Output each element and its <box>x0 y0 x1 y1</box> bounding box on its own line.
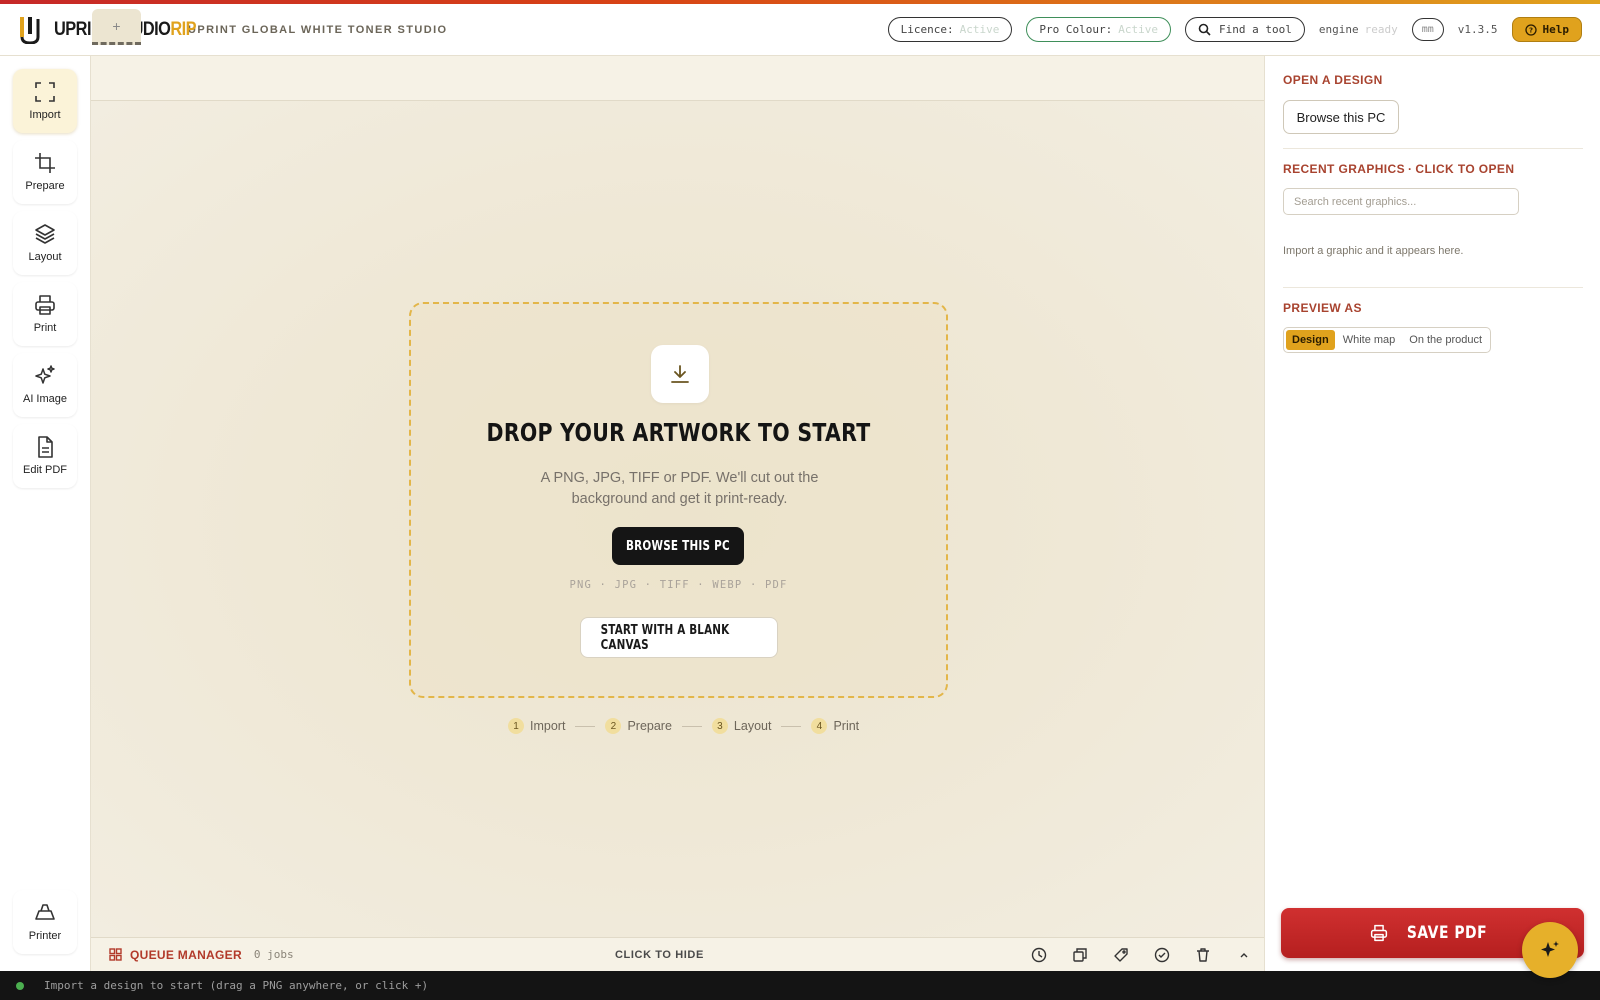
document-tab-strip <box>91 56 1264 101</box>
preview-option-white-map[interactable]: White map <box>1337 330 1402 350</box>
help-icon: ? <box>1524 23 1537 36</box>
rail-label-ai-image: AI Image <box>22 393 68 405</box>
open-design-title: OPEN A DESIGN <box>1283 73 1383 87</box>
sparkle-icon <box>1541 941 1559 957</box>
preview-as-title: PREVIEW AS <box>1283 301 1362 315</box>
recent-graphics-search-input[interactable] <box>1283 188 1519 215</box>
right-panel: OPEN A DESIGN Browse this PC RECENT GRAP… <box>1264 56 1600 971</box>
import-frame-icon <box>35 82 55 102</box>
engine-status: engine ready <box>1318 23 1398 36</box>
search-icon <box>1198 23 1211 36</box>
dropzone-description: A PNG, JPG, TIFF or PDF. We'll cut out t… <box>540 470 819 507</box>
find-tool-label: Find a tool <box>1218 23 1292 36</box>
artwork-dropzone[interactable]: DROP YOUR ARTWORK TO START A PNG, JPG, T… <box>409 302 948 698</box>
duplicate-icon[interactable] <box>1072 947 1088 963</box>
pro-colour-value: Active <box>1118 23 1158 36</box>
step-number: 4 <box>811 718 828 734</box>
unit-toggle[interactable]: mm <box>1411 18 1444 41</box>
step-label: Print <box>833 719 860 733</box>
step-number: 2 <box>605 718 622 734</box>
step-prepare: 2 Prepare <box>605 718 672 734</box>
step-label: Prepare <box>627 719 672 733</box>
rail-label-import: Import <box>29 109 61 121</box>
status-bar: Import a design to start (drag a PNG any… <box>0 971 1600 1000</box>
svg-text:?: ? <box>1528 26 1532 34</box>
step-import: 1 Import <box>508 718 565 734</box>
step-label: Import <box>530 719 566 733</box>
step-label: Layout <box>733 719 772 733</box>
step-connector <box>781 725 802 727</box>
queue-manager-bar[interactable]: QUEUE MANAGER 0 jobs CLICK TO HIDE <box>91 937 1264 971</box>
chevron-up-icon[interactable] <box>1236 947 1252 963</box>
find-tool-button[interactable]: Find a tool <box>1184 17 1305 42</box>
workflow-steps: 1 Import 2 Prepare 3 Layout 4 Print <box>508 716 859 736</box>
recent-graphics-title: RECENT GRAPHICS · CLICK TO OPEN <box>1283 162 1515 176</box>
licence-label: Licence: <box>900 23 954 36</box>
rail-label-prepare: Prepare <box>25 180 65 192</box>
panel-browse-pc-button[interactable]: Browse this PC <box>1283 100 1399 134</box>
printer-icon <box>35 295 55 315</box>
tag-icon[interactable] <box>1113 947 1129 963</box>
step-connector <box>575 725 596 727</box>
rail-item-ai-image[interactable]: AI Image <box>13 353 77 417</box>
sparkle-icon <box>35 365 55 384</box>
preview-mode-toggle: Design White map On the product <box>1283 327 1492 353</box>
help-label: Help <box>1542 23 1570 36</box>
step-number: 1 <box>508 718 524 734</box>
licence-value: Active <box>959 23 1000 36</box>
rail-label-printer: Printer <box>28 930 62 942</box>
status-dot-icon <box>16 981 24 990</box>
preview-option-design[interactable]: Design <box>1286 330 1335 350</box>
queue-hide-toggle[interactable]: CLICK TO HIDE <box>615 949 704 961</box>
logo-icon <box>20 16 40 44</box>
add-tab-button[interactable]: + <box>92 9 141 45</box>
blank-canvas-button[interactable]: START WITH A BLANK CANVAS <box>580 617 778 658</box>
status-message: Import a design to start (drag a PNG any… <box>44 979 429 992</box>
rail-item-print[interactable]: Print <box>13 282 77 346</box>
rail-item-printer[interactable]: Printer <box>13 890 77 954</box>
rail-label-edit-pdf: Edit PDF <box>22 464 67 476</box>
step-layout: 3 Layout <box>711 718 772 734</box>
printer-settings-icon <box>35 904 55 920</box>
left-tool-rail: Import Prepare Layout Print AI Image Edi… <box>0 56 91 971</box>
pro-colour-label: Pro Colour: <box>1039 23 1113 36</box>
save-pdf-label: SAVE PDF <box>1406 923 1487 943</box>
document-icon <box>38 436 53 458</box>
history-clock-icon[interactable] <box>1031 947 1047 963</box>
supported-formats: PNG · JPG · TIFF · WEBP · PDF <box>569 579 788 591</box>
help-button[interactable]: ? Help <box>1511 17 1582 42</box>
preview-option-on-product[interactable]: On the product <box>1403 330 1488 350</box>
version-label: v1.3.5 <box>1457 23 1498 36</box>
dropzone-title: DROP YOUR ARTWORK TO START <box>486 418 871 447</box>
rail-item-import[interactable]: Import <box>13 69 77 133</box>
layers-icon <box>35 224 55 244</box>
crop-icon <box>35 153 55 173</box>
queue-title: QUEUE MANAGER <box>130 947 242 962</box>
rail-label-print: Print <box>33 322 57 334</box>
pro-colour-status-pill[interactable]: Pro Colour: Active <box>1026 17 1171 42</box>
browse-pc-button[interactable]: BROWSE THIS PC <box>612 527 744 565</box>
rail-item-layout[interactable]: Layout <box>13 211 77 275</box>
step-connector <box>681 725 702 727</box>
app-header: UPRINTSTUDIORIP UPRINT GLOBAL WHITE TONE… <box>0 4 1600 56</box>
download-icon <box>651 345 709 403</box>
step-number: 3 <box>711 718 728 734</box>
rail-item-edit-pdf[interactable]: Edit PDF <box>13 424 77 488</box>
step-print: 4 Print <box>811 718 859 734</box>
queue-job-count: 0 jobs <box>253 948 294 961</box>
app-subtitle: UPRINT GLOBAL WHITE TONER STUDIO <box>188 23 448 36</box>
divider <box>1283 287 1583 288</box>
divider <box>1283 148 1583 149</box>
printer-icon <box>1370 924 1387 942</box>
rail-item-prepare[interactable]: Prepare <box>13 140 77 204</box>
grid-icon <box>109 948 122 961</box>
ai-assistant-button[interactable] <box>1522 922 1578 978</box>
check-circle-icon[interactable] <box>1154 947 1170 963</box>
trash-icon[interactable] <box>1195 947 1211 963</box>
recent-graphics-empty-hint: Import a graphic and it appears here. <box>1283 245 1464 257</box>
licence-status-pill[interactable]: Licence: Active <box>887 17 1013 42</box>
rail-label-layout: Layout <box>28 251 62 263</box>
